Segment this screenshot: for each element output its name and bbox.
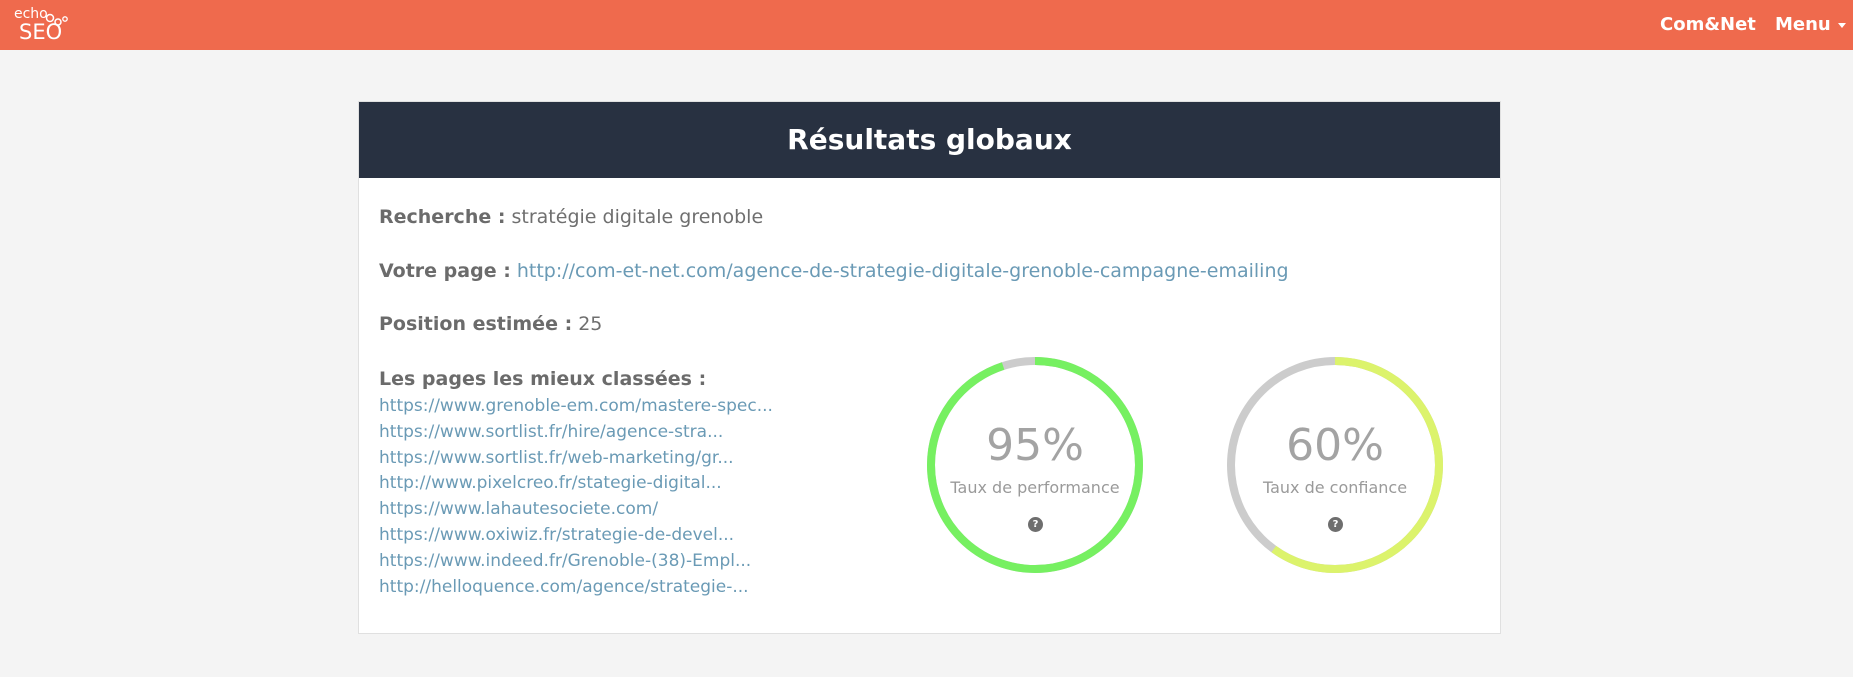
page-row: Votre page : http://com-et-net.com/agenc…	[379, 259, 1289, 283]
top-page-link[interactable]: http://www.pixelcreo.fr/stategie-digital…	[379, 471, 773, 497]
question-circle-icon[interactable]: ?	[1328, 517, 1343, 532]
performance-value: 95%	[986, 420, 1084, 471]
top-page-link[interactable]: https://www.sortlist.fr/hire/agence-stra…	[379, 420, 773, 446]
results-card: Résultats globaux Recherche : stratégie …	[358, 101, 1501, 634]
nav-menu-label: Menu	[1775, 14, 1831, 35]
top-page-link[interactable]: https://www.lahautesociete.com/	[379, 497, 773, 523]
logo-bubbles-icon	[45, 13, 68, 26]
search-label: Recherche :	[379, 206, 506, 228]
top-page-link[interactable]: https://www.indeed.fr/Grenoble-(38)-Empl…	[379, 549, 773, 575]
position-value: 25	[578, 313, 603, 335]
top-page-link[interactable]: http://helloquence.com/agence/strategie-…	[379, 575, 773, 601]
top-page-link[interactable]: https://www.oxiwiz.fr/strategie-de-devel…	[379, 523, 773, 549]
search-row: Recherche : stratégie digitale grenoble	[379, 205, 763, 229]
position-row: Position estimée : 25	[379, 312, 602, 336]
top-navbar: echo SEO Com&Net Menu	[0, 0, 1853, 50]
top-pages-list: https://www.grenoble-em.com/mastere-spec…	[379, 394, 773, 600]
echoseo-logo[interactable]: echo SEO	[14, 6, 70, 44]
search-value: stratégie digitale grenoble	[511, 206, 764, 228]
confidence-gauge: 60% Taux de confiance ?	[1225, 355, 1445, 575]
top-pages-label: Les pages les mieux classées :	[379, 368, 707, 390]
nav-menu-dropdown[interactable]: Menu	[1775, 14, 1846, 36]
question-circle-icon[interactable]: ?	[1028, 517, 1043, 532]
position-label: Position estimée :	[379, 313, 573, 335]
performance-label: Taux de performance	[950, 478, 1120, 497]
page-url-link[interactable]: http://com-et-net.com/agence-de-strategi…	[517, 260, 1289, 282]
caret-down-icon	[1837, 22, 1846, 28]
performance-gauge: 95% Taux de performance ?	[925, 355, 1145, 575]
top-page-link[interactable]: https://www.grenoble-em.com/mastere-spec…	[379, 394, 773, 420]
confidence-value: 60%	[1286, 420, 1384, 471]
page-label: Votre page :	[379, 260, 511, 282]
results-title: Résultats globaux	[359, 102, 1500, 178]
nav-company-link[interactable]: Com&Net	[1660, 14, 1756, 36]
confidence-label: Taux de confiance	[1262, 478, 1408, 497]
top-page-link[interactable]: https://www.sortlist.fr/web-marketing/gr…	[379, 446, 773, 472]
